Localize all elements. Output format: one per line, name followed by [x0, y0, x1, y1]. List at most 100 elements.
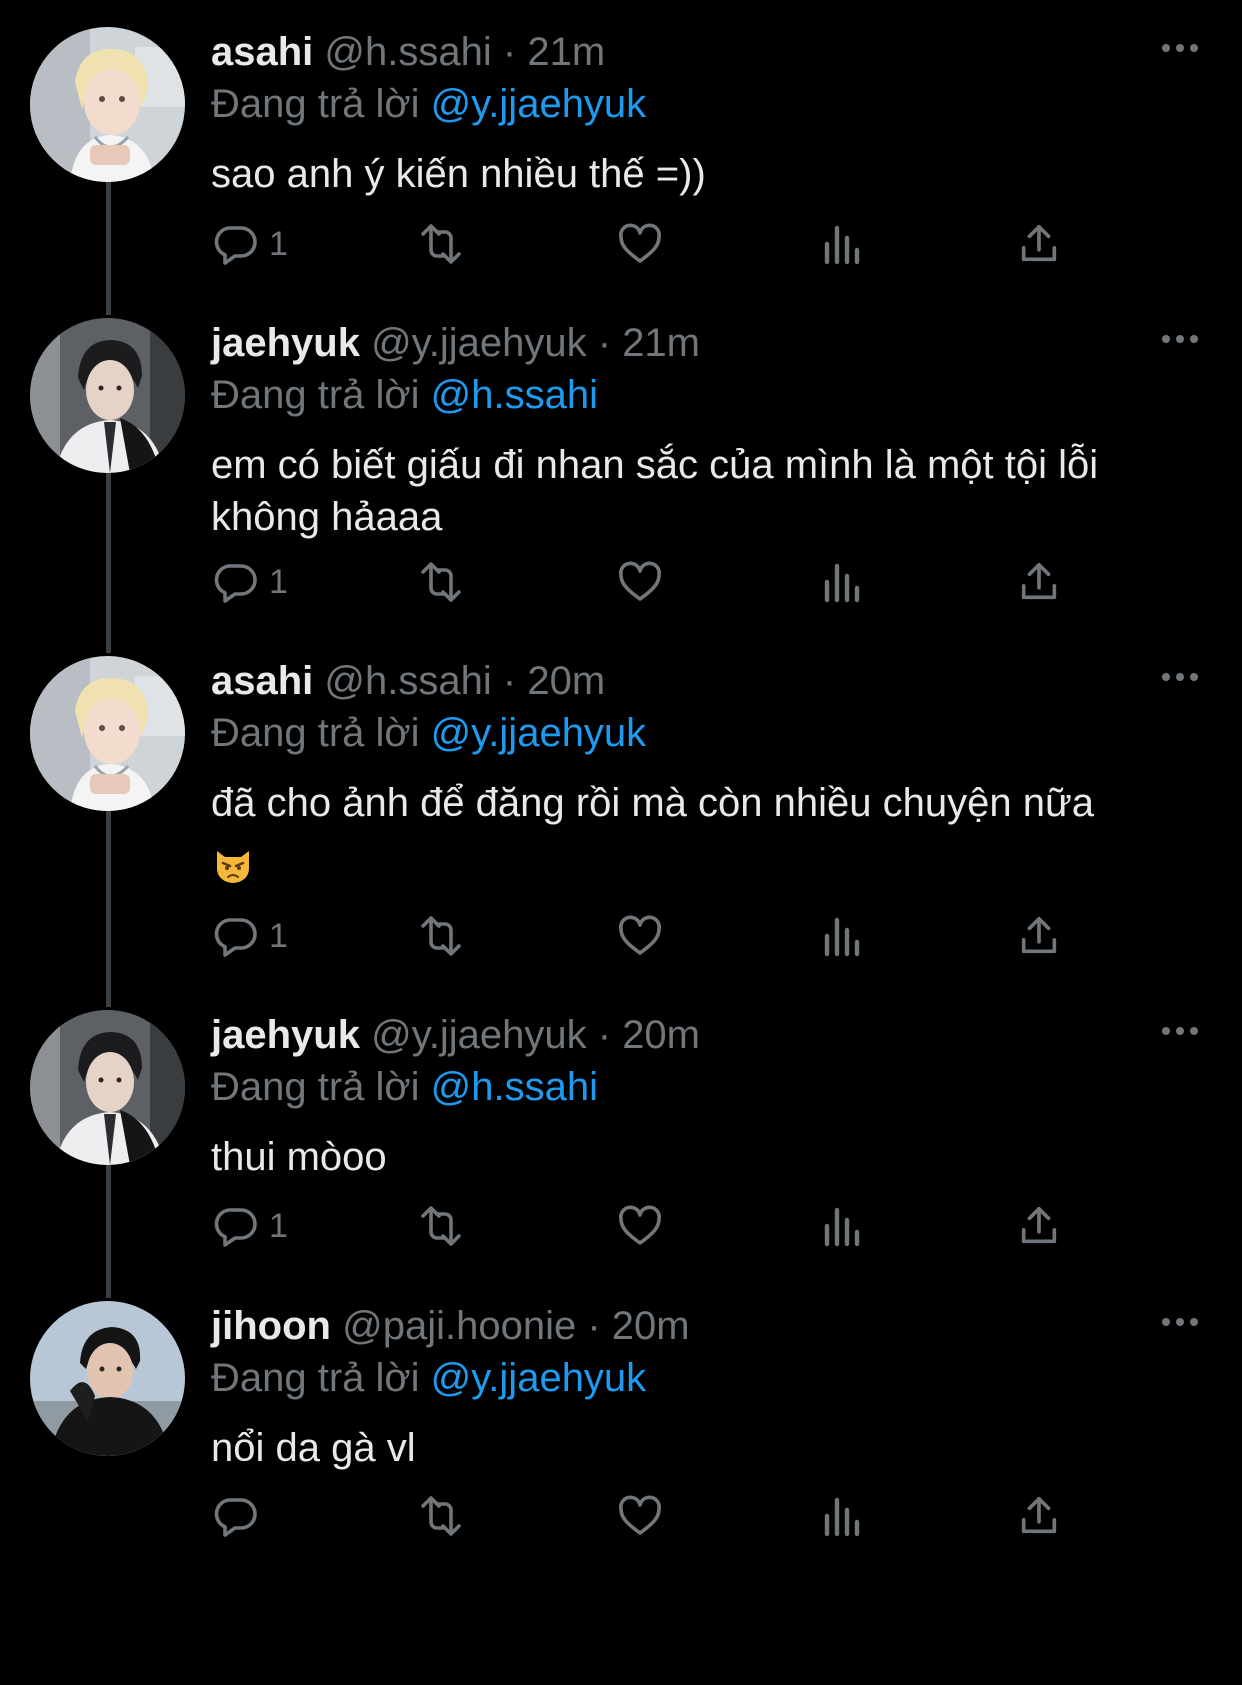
analytics-icon: [821, 558, 865, 606]
reply-bubble-icon: [211, 558, 259, 606]
mention-link[interactable]: @y.jjaehyuk: [431, 82, 647, 126]
mention-link[interactable]: @h.ssahi: [431, 1065, 598, 1109]
replying-to: Đang trả lời @h.ssahi: [211, 371, 598, 419]
timestamp[interactable]: 20m: [612, 1304, 690, 1348]
replying-to-label: Đang trả lời: [211, 1065, 420, 1109]
replying-to-label: Đang trả lời: [211, 373, 420, 417]
retweet-button[interactable]: [413, 214, 469, 274]
tweet-text-content: đã cho ảnh để đăng rồi mà còn nhiều chuy…: [211, 781, 1094, 825]
reply-count: 1: [269, 1206, 288, 1245]
reply-button[interactable]: 1: [211, 214, 288, 274]
reply-count: 1: [269, 562, 288, 601]
reply-button[interactable]: 1: [211, 552, 288, 612]
display-name[interactable]: jihoon: [211, 1304, 331, 1348]
mention-link[interactable]: @h.ssahi: [431, 373, 598, 417]
like-button[interactable]: [615, 214, 665, 274]
pouting-cat-emoji: [211, 843, 255, 887]
avatar-jihoon[interactable]: [30, 1301, 185, 1456]
user-handle[interactable]: @h.ssahi: [324, 659, 491, 703]
share-button[interactable]: [1016, 552, 1062, 612]
tweet-text-content: thui mòoo: [211, 1135, 387, 1179]
avatar-asahi[interactable]: [30, 656, 185, 811]
user-handle[interactable]: @y.jjaehyuk: [371, 321, 587, 365]
tweet-actions: 1: [211, 552, 1111, 612]
like-button[interactable]: [615, 906, 665, 966]
timestamp[interactable]: 20m: [527, 659, 605, 703]
mention-link[interactable]: @y.jjaehyuk: [431, 1356, 647, 1400]
retweet-button[interactable]: [413, 1486, 469, 1546]
reply-button[interactable]: [211, 1486, 269, 1546]
more-dots-icon[interactable]: [1158, 665, 1202, 689]
replying-to-label: Đang trả lời: [211, 82, 420, 126]
display-name[interactable]: asahi: [211, 659, 313, 703]
analytics-icon: [821, 1202, 865, 1250]
heart-icon: [615, 1202, 665, 1250]
views-button[interactable]: [821, 214, 865, 274]
tweet-text-content: em có biết giấu đi nhan sắc của mình là …: [211, 443, 1099, 539]
views-button[interactable]: [821, 552, 865, 612]
heart-icon: [615, 1492, 665, 1540]
tweet-text-content: sao anh ý kiến nhiều thế =)): [211, 152, 706, 196]
tweet-header: asahi @h.ssahi · 20m: [211, 657, 605, 705]
tweet-actions: 1: [211, 214, 1111, 274]
tweet[interactable]: asahi @h.ssahi · 21m Đang trả lời @y.jja…: [0, 0, 1242, 284]
separator-dot: ·: [597, 321, 612, 365]
reply-count: 1: [269, 224, 288, 263]
tweet-text: đã cho ảnh để đăng rồi mà còn nhiều chuy…: [211, 777, 1211, 887]
user-handle[interactable]: @h.ssahi: [324, 30, 491, 74]
tweet-actions: 1: [211, 1196, 1111, 1256]
share-button[interactable]: [1016, 906, 1062, 966]
display-name[interactable]: jaehyuk: [211, 1013, 360, 1057]
share-button[interactable]: [1016, 1196, 1062, 1256]
retweet-icon: [413, 912, 469, 960]
more-dots-icon[interactable]: [1158, 1019, 1202, 1043]
retweet-button[interactable]: [413, 906, 469, 966]
avatar-asahi[interactable]: [30, 27, 185, 182]
views-button[interactable]: [821, 906, 865, 966]
tweet-header: jaehyuk @y.jjaehyuk · 21m: [211, 319, 700, 367]
avatar-jaehyuk[interactable]: [30, 1010, 185, 1165]
user-handle[interactable]: @y.jjaehyuk: [371, 1013, 587, 1057]
views-button[interactable]: [821, 1196, 865, 1256]
replying-to: Đang trả lời @y.jjaehyuk: [211, 709, 646, 757]
share-icon: [1016, 1492, 1062, 1540]
tweet[interactable]: jaehyuk @y.jjaehyuk · 20m Đang trả lời @…: [0, 983, 1242, 1266]
reply-bubble-icon: [211, 220, 259, 268]
tweet-header: jihoon @paji.hoonie · 20m: [211, 1302, 690, 1350]
tweet[interactable]: jihoon @paji.hoonie · 20m Đang trả lời @…: [0, 1274, 1242, 1556]
share-icon: [1016, 912, 1062, 960]
user-handle[interactable]: @paji.hoonie: [342, 1304, 576, 1348]
more-dots-icon[interactable]: [1158, 36, 1202, 60]
mention-link[interactable]: @y.jjaehyuk: [431, 711, 647, 755]
more-dots-icon[interactable]: [1158, 327, 1202, 351]
avatar-jaehyuk[interactable]: [30, 318, 185, 473]
tweet[interactable]: jaehyuk @y.jjaehyuk · 21m Đang trả lời @…: [0, 291, 1242, 622]
share-button[interactable]: [1016, 1486, 1062, 1546]
reply-bubble-icon: [211, 912, 259, 960]
retweet-button[interactable]: [413, 552, 469, 612]
timestamp[interactable]: 21m: [527, 30, 605, 74]
share-button[interactable]: [1016, 214, 1062, 274]
like-button[interactable]: [615, 552, 665, 612]
tweet-actions: [211, 1486, 1111, 1546]
separator-dot: ·: [502, 30, 517, 74]
tweet-text: em có biết giấu đi nhan sắc của mình là …: [211, 439, 1211, 543]
display-name[interactable]: asahi: [211, 30, 313, 74]
analytics-icon: [821, 220, 865, 268]
replying-to-label: Đang trả lời: [211, 1356, 420, 1400]
reply-button[interactable]: 1: [211, 1196, 288, 1256]
tweet[interactable]: asahi @h.ssahi · 20m Đang trả lời @y.jja…: [0, 629, 1242, 976]
reply-button[interactable]: 1: [211, 906, 288, 966]
retweet-button[interactable]: [413, 1196, 469, 1256]
timestamp[interactable]: 21m: [622, 321, 700, 365]
like-button[interactable]: [615, 1486, 665, 1546]
more-dots-icon[interactable]: [1158, 1310, 1202, 1334]
tweet-text-content: nổi da gà vl: [211, 1426, 416, 1470]
timestamp[interactable]: 20m: [622, 1013, 700, 1057]
like-button[interactable]: [615, 1196, 665, 1256]
share-icon: [1016, 558, 1062, 606]
views-button[interactable]: [821, 1486, 865, 1546]
heart-icon: [615, 912, 665, 960]
reply-count: 1: [269, 916, 288, 955]
display-name[interactable]: jaehyuk: [211, 321, 360, 365]
